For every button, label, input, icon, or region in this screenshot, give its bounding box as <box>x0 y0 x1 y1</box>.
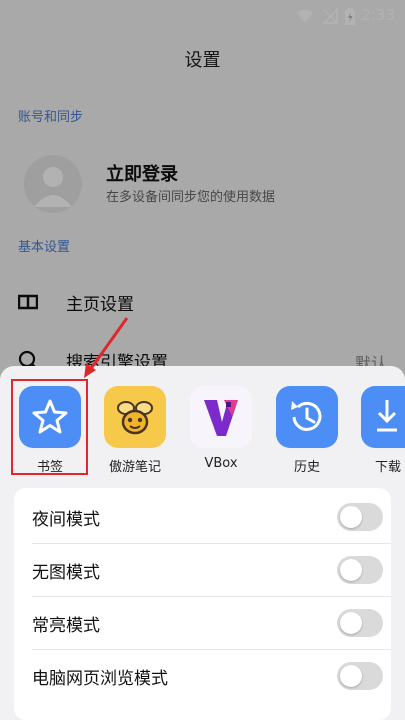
toggle-row-keep-screen-on: 常亮模式 <box>14 597 391 650</box>
app-label-vbox: VBox <box>204 456 238 471</box>
app-download[interactable]: 下载 <box>361 386 405 475</box>
app-label-notes: 傲游笔记 <box>108 460 161 475</box>
highlight-box <box>11 379 88 475</box>
toggle-label-keep-screen-on: 常亮模式 <box>32 616 100 636</box>
toggle-knob <box>340 559 362 581</box>
keep-screen-on-toggle[interactable] <box>337 609 383 637</box>
desktop-mode-toggle[interactable] <box>337 662 383 690</box>
toggle-knob <box>340 506 362 528</box>
toggle-row-desktop-mode: 电脑网页浏览模式 <box>14 650 391 703</box>
app-notes[interactable]: 傲游笔记 <box>104 386 168 475</box>
toggle-label-night-mode: 夜间模式 <box>32 510 100 530</box>
app-label-download: 下载 <box>375 460 402 475</box>
bee-notes-icon <box>104 386 166 448</box>
toggle-row-night-mode: 夜间模式 <box>14 491 391 544</box>
night-mode-toggle[interactable] <box>337 503 383 531</box>
toggle-label-no-image-mode: 无图模式 <box>32 563 100 583</box>
no-image-mode-toggle[interactable] <box>337 556 383 584</box>
app-history[interactable]: 历史 <box>276 386 340 475</box>
toggle-row-no-image-mode: 无图模式 <box>14 544 391 597</box>
download-icon <box>361 386 405 448</box>
toggle-knob <box>340 612 362 634</box>
toggle-label-desktop-mode: 电脑网页浏览模式 <box>32 669 168 689</box>
vbox-icon <box>190 386 252 448</box>
app-label-history: 历史 <box>293 460 320 475</box>
history-clock-icon <box>276 386 338 448</box>
toggle-card: 夜间模式 无图模式 常亮模式 电脑网页浏览模式 <box>14 488 391 720</box>
toggle-knob <box>340 665 362 687</box>
app-vbox[interactable]: VBox <box>190 386 254 471</box>
